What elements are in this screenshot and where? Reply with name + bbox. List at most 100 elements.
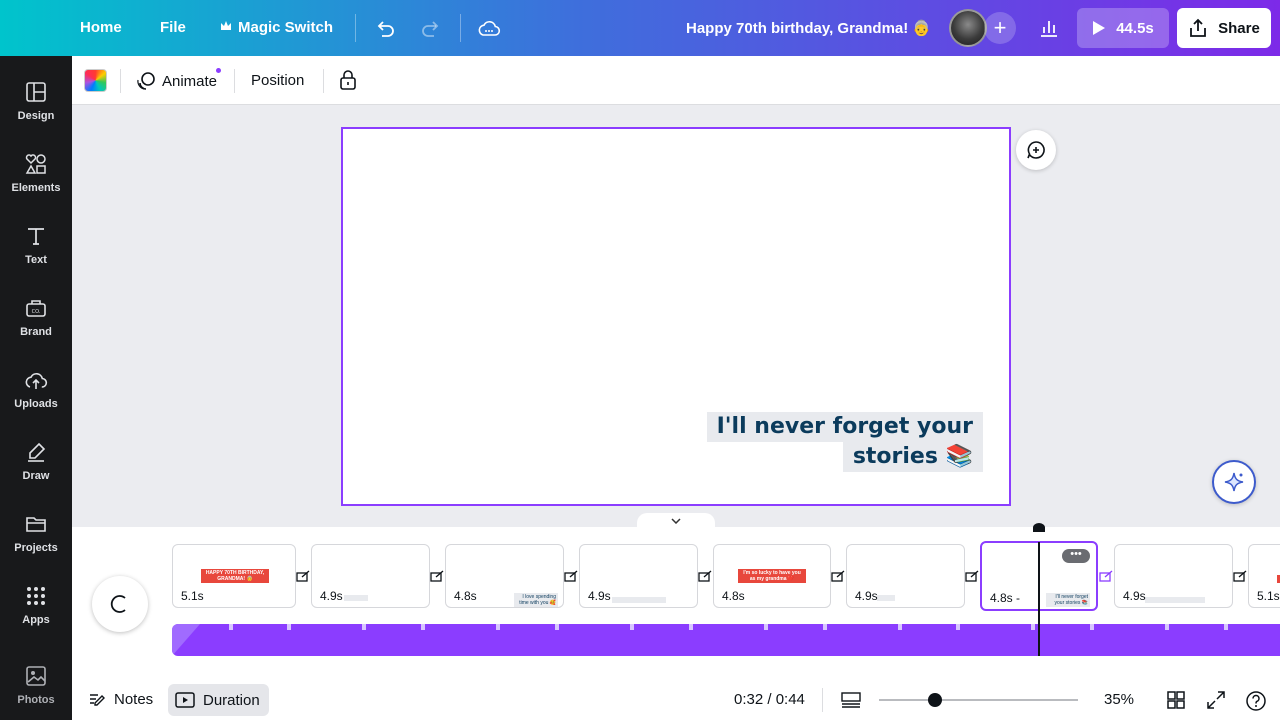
beat-marker bbox=[287, 624, 291, 630]
timeline-page[interactable]: HAPPY 70TH BIRTHDAY, GRANDMA! 👵 5.1s bbox=[172, 544, 296, 608]
transition-icon[interactable] bbox=[964, 569, 980, 583]
page-duration[interactable]: 5.1s bbox=[181, 589, 204, 603]
document-title[interactable]: Happy 70th birthday, Grandma! 👵 bbox=[686, 19, 931, 37]
sidebar-item-label: Brand bbox=[20, 326, 52, 338]
animate-icon bbox=[137, 72, 155, 90]
grid-view-icon[interactable] bbox=[1166, 690, 1186, 710]
page-more-options-button[interactable]: ••• bbox=[1062, 549, 1090, 563]
notes-button[interactable]: Notes bbox=[88, 690, 153, 708]
design-canvas[interactable]: I'll never forget your stories 📚 bbox=[341, 127, 1011, 506]
animate-label: Animate bbox=[162, 72, 218, 90]
timeline-page[interactable]: 4.9s bbox=[579, 544, 698, 608]
share-button[interactable]: Share bbox=[1177, 8, 1271, 48]
projects-icon bbox=[24, 512, 48, 536]
file-menu-button[interactable]: File bbox=[160, 19, 186, 36]
duration-button[interactable]: Duration bbox=[168, 684, 269, 716]
sidebar-item-design[interactable]: Design bbox=[0, 72, 72, 136]
undo-icon[interactable] bbox=[372, 16, 398, 42]
magic-assistant-button[interactable] bbox=[1212, 460, 1256, 504]
play-button[interactable]: 44.5s bbox=[1077, 8, 1169, 48]
cloud-sync-icon[interactable] bbox=[476, 16, 502, 42]
timeline-page[interactable]: I love spending time with you 🥰 4.8s bbox=[445, 544, 564, 608]
help-icon[interactable] bbox=[1245, 690, 1266, 711]
brand-icon: CO. bbox=[24, 296, 48, 320]
canvas-text-box[interactable]: I'll never forget your stories 📚 bbox=[706, 412, 983, 472]
fullscreen-icon[interactable] bbox=[1206, 690, 1226, 710]
transition-icon[interactable] bbox=[429, 569, 445, 583]
page-duration[interactable]: 4.8s - bbox=[990, 591, 1020, 605]
sparkle-icon bbox=[1224, 472, 1244, 492]
position-button[interactable]: Position bbox=[251, 72, 304, 89]
page-thumbnail-text: I'll never forget your stories 📚 bbox=[1046, 593, 1090, 607]
color-picker-button[interactable] bbox=[84, 69, 107, 92]
page-thumbnail-text bbox=[877, 595, 895, 601]
transition-icon[interactable] bbox=[697, 569, 713, 583]
transition-icon[interactable] bbox=[1232, 569, 1248, 583]
timeline-page[interactable]: 4.9s bbox=[846, 544, 965, 608]
timeline-page[interactable]: I'm so lucky to have you as my grandma ❤… bbox=[713, 544, 831, 608]
page-thumbnail-text bbox=[344, 595, 368, 601]
page-duration[interactable]: 4.8s bbox=[454, 589, 477, 603]
beat-marker bbox=[689, 624, 693, 630]
share-label: Share bbox=[1218, 19, 1260, 37]
zoom-slider-track[interactable] bbox=[879, 699, 1078, 701]
spinner-icon bbox=[110, 595, 126, 613]
notes-icon bbox=[90, 694, 105, 706]
animate-button[interactable]: Animate bbox=[136, 68, 221, 91]
redo-icon[interactable] bbox=[418, 16, 444, 42]
page-duration[interactable]: 4.8s bbox=[722, 589, 745, 603]
text-icon bbox=[24, 224, 48, 248]
add-collaborator-button[interactable]: + bbox=[984, 12, 1016, 44]
sidebar-item-text[interactable]: Text bbox=[0, 216, 72, 280]
design-icon bbox=[24, 80, 48, 104]
sidebar-item-draw[interactable]: Draw bbox=[0, 432, 72, 496]
crown-icon bbox=[220, 19, 232, 36]
top-bar: Home File Magic Switch Happy 70th birthd… bbox=[0, 0, 1280, 56]
menu-icon[interactable] bbox=[24, 17, 48, 39]
sidebar-item-elements[interactable]: Elements bbox=[0, 144, 72, 208]
page-duration[interactable]: 5.1s bbox=[1257, 589, 1280, 603]
add-page-button[interactable] bbox=[92, 576, 148, 632]
playhead[interactable] bbox=[1038, 542, 1040, 656]
page-layout-icon[interactable] bbox=[841, 690, 861, 710]
page-duration[interactable]: 4.9s bbox=[320, 589, 343, 603]
insights-button[interactable] bbox=[1029, 12, 1069, 44]
timeline-page[interactable]: 4.9s bbox=[1114, 544, 1233, 608]
home-button[interactable]: Home bbox=[80, 19, 122, 36]
avatar[interactable] bbox=[949, 9, 987, 47]
zoom-slider-handle[interactable] bbox=[927, 693, 942, 707]
add-comment-button[interactable] bbox=[1016, 130, 1056, 170]
page-duration[interactable]: 4.9s bbox=[1123, 589, 1146, 603]
sidebar-item-brand[interactable]: CO. Brand bbox=[0, 288, 72, 352]
sidebar-item-apps[interactable]: Apps bbox=[0, 576, 72, 640]
playhead-handle[interactable] bbox=[1033, 523, 1045, 532]
timeline-page[interactable]: 5.1s bbox=[1248, 544, 1280, 608]
page-duration[interactable]: 4.9s bbox=[588, 589, 611, 603]
beat-marker bbox=[362, 624, 366, 630]
transition-icon[interactable] bbox=[295, 569, 311, 583]
zoom-level[interactable]: 35% bbox=[1104, 691, 1134, 708]
page-duration[interactable]: 4.9s bbox=[855, 589, 878, 603]
beat-marker bbox=[630, 624, 634, 630]
sidebar-item-photos[interactable]: Photos bbox=[0, 656, 72, 720]
timeline-page[interactable]: 4.9s bbox=[311, 544, 430, 608]
beat-marker bbox=[496, 624, 500, 630]
sidebar-item-projects[interactable]: Projects bbox=[0, 504, 72, 568]
page-thumbnail-text: I'm so lucky to have you as my grandma ❤… bbox=[738, 569, 806, 583]
page-thumbnail-text bbox=[612, 597, 666, 603]
beat-marker bbox=[1031, 624, 1035, 630]
sidebar-item-label: Apps bbox=[22, 614, 50, 626]
plus-icon: + bbox=[993, 15, 1007, 40]
sidebar-item-uploads[interactable]: Uploads bbox=[0, 360, 72, 424]
transition-icon[interactable] bbox=[1098, 569, 1114, 583]
chevron-down-icon bbox=[671, 518, 681, 524]
lock-icon[interactable] bbox=[338, 69, 358, 91]
play-duration: 44.5s bbox=[1116, 19, 1154, 37]
page-thumbnail-text: I love spending time with you 🥰 bbox=[514, 593, 558, 607]
magic-switch-button[interactable]: Magic Switch bbox=[220, 19, 333, 36]
collapse-timeline-button[interactable] bbox=[637, 513, 715, 529]
beat-marker bbox=[764, 624, 768, 630]
transition-icon[interactable] bbox=[830, 569, 846, 583]
transition-icon[interactable] bbox=[563, 569, 579, 583]
audio-track[interactable] bbox=[172, 624, 1280, 656]
